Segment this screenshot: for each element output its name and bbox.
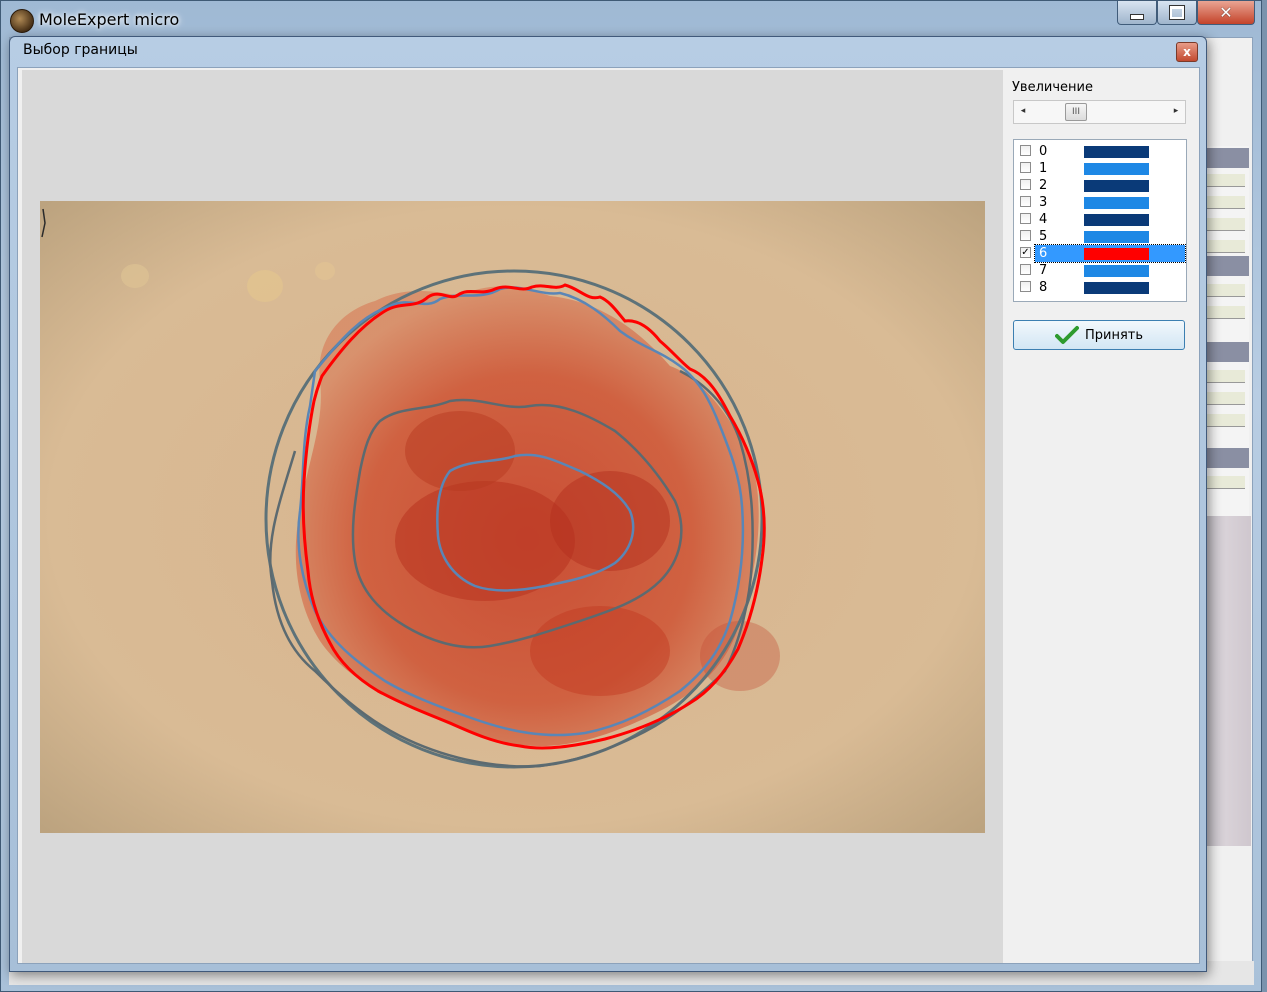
level-label: 2 — [1039, 178, 1048, 193]
level-checkbox[interactable] — [1020, 213, 1031, 224]
accept-button[interactable]: Принять — [1013, 320, 1185, 350]
background-slider — [1205, 174, 1245, 187]
scroll-right-arrow-icon[interactable]: ▸ — [1171, 106, 1181, 116]
background-slider — [1205, 306, 1245, 319]
level-checkbox[interactable] — [1020, 196, 1031, 207]
background-slider — [1205, 414, 1245, 427]
level-color-swatch — [1084, 231, 1149, 243]
level-label: 0 — [1039, 144, 1048, 159]
level-label: 3 — [1039, 195, 1048, 210]
level-item-1[interactable]: 1 — [1015, 160, 1185, 177]
level-item-6[interactable]: ✓ 6 — [1015, 244, 1186, 263]
zoom-scrollbar[interactable]: ◂ III ▸ — [1013, 100, 1186, 124]
level-checkbox[interactable] — [1020, 264, 1031, 275]
dialog-title: Выбор границы — [23, 42, 138, 58]
level-label: 6 — [1039, 246, 1048, 261]
level-item-3[interactable]: 3 — [1015, 194, 1185, 211]
level-item-4[interactable]: 4 — [1015, 211, 1185, 228]
lesion-dark-area — [405, 411, 515, 491]
background-slider — [1205, 370, 1245, 383]
level-label: 8 — [1039, 280, 1048, 295]
image-viewport[interactable] — [22, 70, 1003, 963]
zoom-label: Увеличение — [1012, 80, 1093, 95]
background-slider — [1205, 218, 1245, 231]
dialog-close-button[interactable]: x — [1176, 42, 1198, 62]
boundary-level-list[interactable]: 0 1 2 3 4 5 ✓ 6 7 8 — [1013, 139, 1187, 302]
background-image-preview — [1201, 516, 1251, 846]
level-item-5[interactable]: 5 — [1015, 228, 1185, 245]
skin-spot — [121, 264, 149, 288]
background-panel-header — [1201, 448, 1249, 468]
level-item-0[interactable]: 0 — [1015, 143, 1185, 160]
lesion-dark-area — [550, 471, 670, 571]
level-checkbox[interactable] — [1020, 145, 1031, 156]
level-checkbox[interactable]: ✓ — [1020, 247, 1031, 258]
skin-spot — [247, 270, 283, 302]
level-color-swatch — [1084, 248, 1149, 260]
background-slider — [1205, 392, 1245, 405]
background-slider — [1205, 476, 1245, 489]
level-item-7[interactable]: 7 — [1015, 262, 1185, 279]
background-settings-panel — [1201, 146, 1249, 516]
level-label: 1 — [1039, 161, 1048, 176]
level-label: 5 — [1039, 229, 1048, 244]
zoom-scroll-thumb[interactable]: III — [1065, 103, 1087, 121]
background-panel-header — [1201, 342, 1249, 362]
background-panel-header — [1201, 256, 1249, 276]
level-label: 4 — [1039, 212, 1048, 227]
minimize-icon — [1130, 13, 1144, 20]
boundary-selection-dialog: Выбор границы x Увеличение ◂ III ▸ 0 1 2… — [9, 36, 1207, 972]
lesion-image[interactable] — [40, 201, 985, 833]
lesion-dark-area — [395, 481, 575, 601]
maximize-button[interactable] — [1157, 1, 1197, 25]
app-close-button[interactable]: ✕ — [1197, 1, 1255, 25]
level-color-swatch — [1084, 214, 1149, 226]
app-title: MoleExpert micro — [39, 10, 180, 29]
lesion-dark-area — [530, 606, 670, 696]
background-panel-header — [1201, 148, 1249, 168]
close-icon: ✕ — [1219, 3, 1233, 22]
maximize-icon — [1169, 5, 1185, 20]
level-label: 7 — [1039, 263, 1048, 278]
level-color-swatch — [1084, 197, 1149, 209]
level-color-swatch — [1084, 265, 1149, 277]
level-color-swatch — [1084, 163, 1149, 175]
dialog-client-area: Увеличение ◂ III ▸ 0 1 2 3 4 5 ✓ 6 7 8 П… — [17, 67, 1200, 964]
skin-spot — [315, 262, 335, 280]
level-checkbox[interactable] — [1020, 281, 1031, 292]
app-logo-icon — [10, 9, 34, 33]
background-slider — [1205, 196, 1245, 209]
level-item-8[interactable]: 8 — [1015, 279, 1185, 296]
checkmark-icon — [1054, 326, 1079, 344]
level-color-swatch — [1084, 146, 1149, 158]
app-titlebar[interactable]: MoleExpert micro ✕ — [1, 1, 1261, 37]
level-item-2[interactable]: 2 — [1015, 177, 1185, 194]
background-slider — [1205, 240, 1245, 253]
level-color-swatch — [1084, 282, 1149, 294]
scroll-left-arrow-icon[interactable]: ◂ — [1018, 106, 1028, 116]
minimize-button[interactable] — [1117, 1, 1157, 25]
accept-button-label: Принять — [1084, 327, 1144, 343]
level-color-swatch — [1084, 180, 1149, 192]
close-icon: x — [1183, 45, 1191, 59]
background-slider — [1205, 284, 1245, 297]
level-checkbox[interactable] — [1020, 162, 1031, 173]
level-checkbox[interactable] — [1020, 230, 1031, 241]
level-checkbox[interactable] — [1020, 179, 1031, 190]
